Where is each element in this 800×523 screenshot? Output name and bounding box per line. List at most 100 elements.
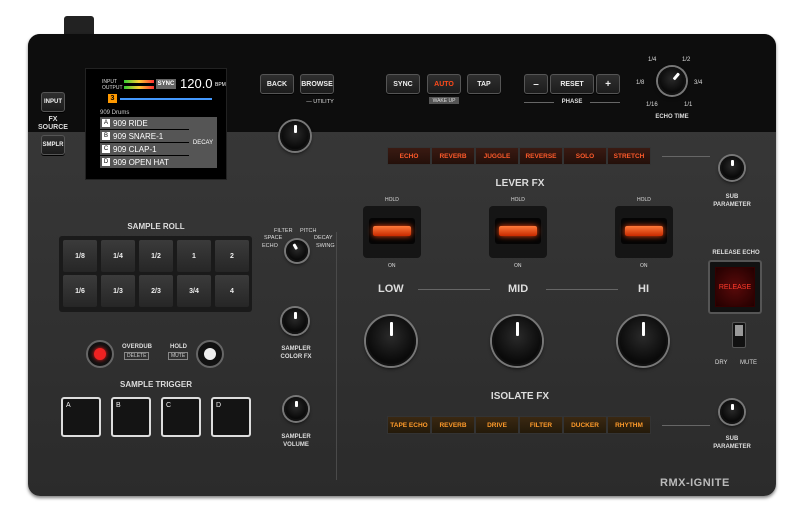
lever-fx-title: LEVER FX [495, 178, 545, 189]
roll-pad[interactable]: 2/3 [138, 274, 174, 308]
tap-button[interactable]: TAP [467, 74, 501, 94]
brand-logo: RMX-IGNITE [660, 477, 730, 489]
bank-name: 909 Drums [100, 110, 130, 116]
delete-label: DELETE [124, 352, 150, 360]
trigger-pad-a[interactable]: A [61, 397, 101, 437]
roll-pad[interactable]: 1/3 [100, 274, 136, 308]
trigger-pad-d[interactable]: D [211, 397, 251, 437]
sampler-source-button[interactable]: SMPLR [41, 135, 65, 155]
sample-name: 909 OPEN HAT [113, 157, 169, 167]
sample-key: A [102, 119, 110, 127]
knob-pointer [730, 159, 734, 166]
echo-mark-3-4: 3/4 [694, 80, 703, 86]
roll-pad[interactable]: 1/8 [62, 239, 98, 273]
sample-item-a: A 909 RIDE [100, 117, 196, 129]
browse-knob[interactable] [280, 121, 310, 151]
fx-source-label: FX SOURCE [38, 116, 68, 131]
sampler-volume-label: SAMPLER VOLUME [281, 434, 311, 448]
hold-label: HOLD [385, 197, 399, 203]
roll-pad[interactable]: 3/4 [176, 274, 212, 308]
input-source-button[interactable]: INPUT [41, 92, 65, 112]
lever-sub-parameter-knob[interactable] [720, 156, 744, 180]
isolate-fx-rhythm-button[interactable]: RHYTHM [607, 416, 651, 434]
knob-pointer [730, 403, 734, 410]
wake-up-label: WAKE UP [429, 97, 459, 104]
bpm-unit: BPM [215, 82, 226, 88]
lever-slot [369, 218, 415, 244]
lever-light [373, 226, 411, 236]
roll-pad[interactable]: 1 [176, 239, 212, 273]
input-level-meter [124, 80, 154, 83]
hi-knob[interactable] [618, 316, 668, 366]
lever-fx-reverse-button[interactable]: REVERSE [519, 147, 563, 165]
sampler-fx-decay: DECAY [314, 235, 333, 241]
display-screen: INPUT OUTPUT SYNC 120.0 BPM 3 909 Drums … [85, 68, 227, 180]
bpm-value: 120.0 [180, 76, 213, 91]
isolate-sub-parameter-label: SUB PARAMETER [713, 436, 751, 450]
phase-plus-button[interactable]: + [596, 74, 620, 94]
overdub-button[interactable] [86, 340, 114, 368]
lever-fx-selector: ECHO REVERB JUGGLE REVERSE SOLO STRETCH [387, 147, 651, 165]
sampler-volume-knob[interactable] [284, 397, 308, 421]
sample-roll-title: SAMPLE ROLL [127, 222, 185, 231]
mute-label: MUTE [740, 360, 757, 366]
sampler-fx-select-knob[interactable] [286, 240, 308, 262]
phase-reset-button[interactable]: RESET [550, 74, 594, 94]
usb-connector [64, 16, 94, 36]
trigger-pad-b[interactable]: B [111, 397, 151, 437]
lever-mid[interactable] [489, 206, 547, 258]
roll-pad[interactable]: 2 [214, 239, 250, 273]
sampler-color-fx-knob[interactable] [282, 308, 308, 334]
bank-number: 3 [108, 94, 117, 103]
sample-key: C [102, 145, 110, 153]
hold-button[interactable] [196, 340, 224, 368]
sync-indicator: SYNC [156, 79, 176, 89]
isolate-fx-reverb-button[interactable]: REVERB [431, 416, 475, 434]
release-button[interactable]: RELEASE [708, 260, 762, 314]
lever-fx-stretch-button[interactable]: STRETCH [607, 147, 651, 165]
back-button[interactable]: BACK [260, 74, 294, 94]
isolate-fx-selector: TAPE ECHO REVERB DRIVE FILTER DUCKER RHY… [387, 416, 651, 434]
divider-line [662, 156, 710, 157]
auto-button[interactable]: AUTO [427, 74, 461, 94]
lever-sub-parameter-label: SUB PARAMETER [713, 194, 751, 208]
isolate-fx-tape-echo-button[interactable]: TAPE ECHO [387, 416, 431, 434]
low-knob[interactable] [366, 316, 416, 366]
roll-pad[interactable]: 4 [214, 274, 250, 308]
trigger-pad-c[interactable]: C [161, 397, 201, 437]
lever-hi[interactable] [615, 206, 673, 258]
mid-knob[interactable] [492, 316, 542, 366]
roll-pad[interactable]: 1/4 [100, 239, 136, 273]
knob-pointer [389, 321, 393, 337]
lever-fx-juggle-button[interactable]: JUGGLE [475, 147, 519, 165]
lever-light [625, 226, 663, 236]
echo-mark-1-2: 1/2 [682, 57, 691, 63]
sync-button[interactable]: SYNC [386, 74, 420, 94]
on-label: ON [514, 263, 522, 269]
utility-label: — UTILITY [306, 99, 334, 105]
dry-mute-switch[interactable] [732, 322, 746, 348]
roll-pad[interactable]: 1/2 [138, 239, 174, 273]
knob-pointer [291, 243, 298, 251]
lever-fx-echo-button[interactable]: ECHO [387, 147, 431, 165]
sample-name: 909 SNARE-1 [113, 131, 164, 141]
isolate-fx-filter-button[interactable]: FILTER [519, 416, 563, 434]
lever-fx-reverb-button[interactable]: REVERB [431, 147, 475, 165]
phase-minus-button[interactable]: – [524, 74, 548, 94]
echo-time-knob[interactable] [658, 67, 686, 95]
isolate-fx-drive-button[interactable]: DRIVE [475, 416, 519, 434]
isolate-fx-ducker-button[interactable]: DUCKER [563, 416, 607, 434]
browse-button[interactable]: BROWSE [300, 74, 334, 94]
phase-bar [120, 98, 212, 100]
roll-pad[interactable]: 1/6 [62, 274, 98, 308]
knob-pointer [515, 321, 519, 337]
lever-low[interactable] [363, 206, 421, 258]
isolate-sub-parameter-knob[interactable] [720, 400, 744, 424]
lever-fx-solo-button[interactable]: SOLO [563, 147, 607, 165]
hold-label: HOLD [637, 197, 651, 203]
echo-mark-1-4: 1/4 [648, 57, 657, 63]
release-echo-label: RELEASE ECHO [712, 250, 760, 256]
output-level-meter [124, 86, 154, 89]
divider-line [524, 102, 554, 103]
divider-line [418, 289, 490, 290]
